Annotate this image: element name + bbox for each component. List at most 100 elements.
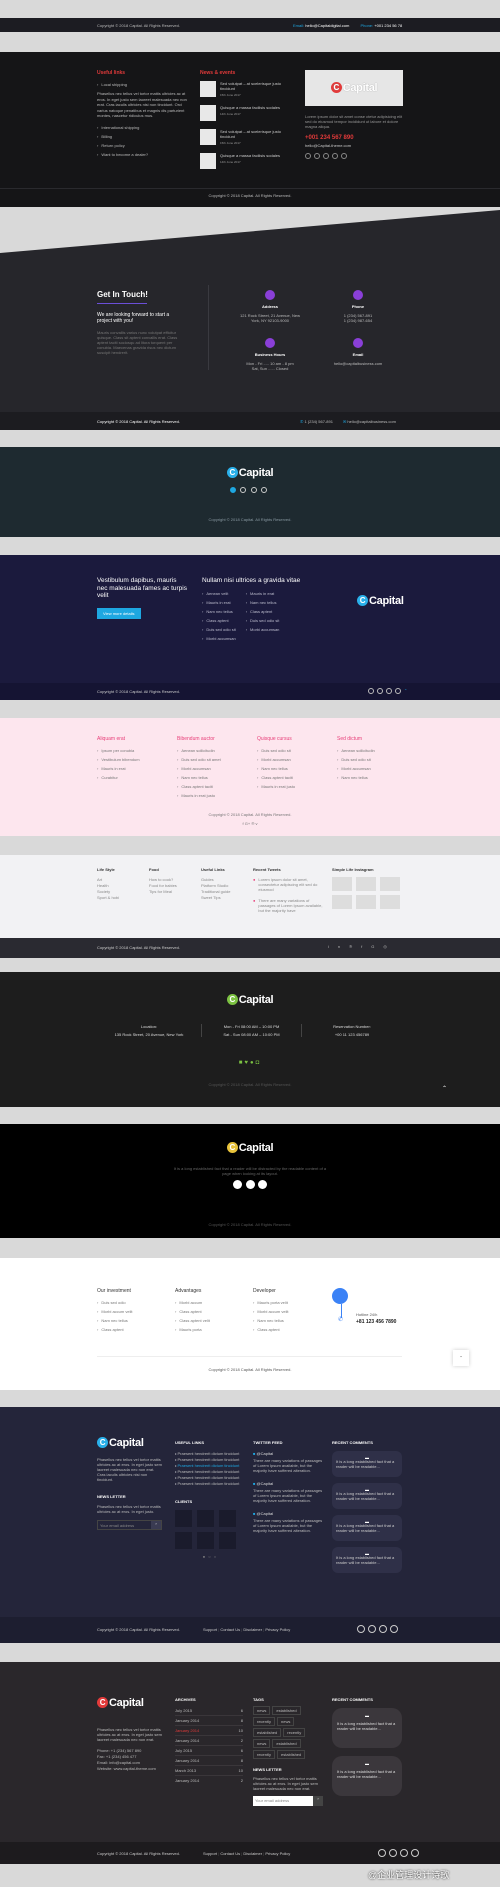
footer-nav-link[interactable]: Contact Us (220, 1851, 240, 1856)
footer-nav-link[interactable]: Privacy Policy (265, 1851, 290, 1856)
google-plus-icon[interactable] (386, 688, 392, 694)
footer-nav-link[interactable]: Support (203, 1851, 217, 1856)
scroll-top-button[interactable]: ⌃ (453, 1350, 469, 1366)
phone-number[interactable]: +001 234 567 890 (305, 135, 403, 141)
comment-text[interactable]: It is a long established fact that a rea… (336, 1555, 398, 1565)
linkedin-icon[interactable] (332, 153, 338, 159)
google-plus-icon[interactable] (260, 487, 267, 493)
list-item[interactable]: Aenean sollicitudin (177, 748, 257, 753)
list-item[interactable]: Nam nec tellus (337, 775, 417, 780)
list-item[interactable]: Duis sed odio sit amet (177, 757, 257, 762)
instagram-icon[interactable] (257, 1180, 267, 1189)
twitter-icon[interactable] (245, 1180, 255, 1189)
list-item[interactable]: Morbi accumsan (257, 757, 337, 762)
client-logo[interactable] (219, 1532, 236, 1549)
list-item[interactable]: Class aptent (175, 1309, 245, 1314)
link-item[interactable]: Sweet Tips (201, 895, 246, 901)
list-item[interactable]: Nam nec tellus (177, 775, 257, 780)
list-item[interactable]: Nam nec tellus (246, 600, 280, 605)
contact-website[interactable]: Website: www.capital-theme.com (97, 1766, 162, 1772)
pinterest-icon[interactable]: ℗ (349, 944, 361, 949)
email-text[interactable]: hello@capitalbusiness.com (328, 361, 388, 366)
list-item[interactable]: Morbi accumsan (246, 627, 280, 632)
twitter-icon[interactable] (240, 487, 247, 493)
link-item[interactable]: Tips for Meal (149, 889, 194, 895)
useful-link-item[interactable]: Return policy (97, 143, 192, 148)
list-item[interactable]: Vestibulum bibendum (97, 757, 177, 762)
facebook-icon[interactable] (230, 487, 237, 493)
news-item[interactable]: Sed volutpat – at scelerisque justo tinc… (200, 129, 295, 145)
logo[interactable]: C Capital (226, 994, 274, 1006)
logo[interactable]: C Capital (97, 1437, 144, 1449)
facebook-icon[interactable] (357, 1625, 365, 1633)
google-plus-icon[interactable]: G+ (245, 821, 250, 826)
hotline-number[interactable]: +81 123 456 7890 (356, 1319, 396, 1325)
contact-email[interactable]: hello@Capital-theme.com (305, 143, 403, 148)
list-item[interactable]: Nam nec tellus (202, 609, 236, 614)
list-item[interactable]: Duis sed odio sit (337, 757, 417, 762)
email-link[interactable]: hello@Capitaldigital.com (305, 23, 349, 28)
logo[interactable]: C Capital (226, 1142, 274, 1154)
archive-row[interactable]: January 2014 8 (175, 1756, 243, 1766)
client-logo[interactable] (197, 1532, 214, 1549)
chevron-up-icon[interactable]: ⌃ (404, 688, 407, 693)
reservation-number[interactable]: +00 11 123 456789 (302, 1032, 402, 1037)
instagram-thumbnail[interactable] (380, 877, 400, 891)
logo[interactable]: C Capital (97, 1697, 144, 1709)
tweet-user[interactable]: @Capital (257, 1481, 274, 1486)
footer-nav-link[interactable]: Disclaimer (243, 1851, 262, 1856)
list-item[interactable]: Morbi accum velit (97, 1309, 167, 1314)
list-item[interactable]: Mauris in erat (246, 591, 280, 596)
useful-link-item[interactable]: Want to become a dealer? (97, 152, 192, 157)
google-plus-icon[interactable]: G (371, 944, 383, 949)
tag[interactable]: established (272, 1739, 301, 1748)
phone-link[interactable]: +001 234 56 78 (374, 23, 402, 28)
list-item[interactable]: Class aptent velit (175, 1318, 245, 1323)
tag[interactable]: established (272, 1706, 301, 1715)
useful-link-item[interactable]: Billing (97, 134, 192, 139)
newsletter-email-input[interactable]: Your email address (98, 1521, 151, 1529)
pinterest-icon[interactable]: ℗ (251, 821, 254, 826)
client-logo[interactable] (175, 1510, 192, 1527)
list-item[interactable]: Morbi accumsan (177, 766, 257, 771)
twitter-icon[interactable] (314, 153, 320, 159)
comment-text[interactable]: It is a long established fact that a rea… (337, 1721, 397, 1731)
view-details-button[interactable]: View more details (97, 607, 141, 619)
list-item[interactable]: Duis sed odio (97, 1300, 167, 1305)
footer-nav-link[interactable]: Contact Us (220, 1627, 240, 1632)
twitter-icon[interactable] (389, 1849, 397, 1857)
facebook-icon[interactable]: f (361, 944, 371, 949)
linkedin-icon[interactable] (395, 688, 401, 694)
comment-text[interactable]: It is a long established fact that a rea… (336, 1459, 398, 1469)
scroll-top-icon[interactable]: ⌃ (442, 1085, 447, 1092)
list-item[interactable]: Morbi accum velit (253, 1309, 323, 1314)
tag[interactable]: recently (253, 1717, 276, 1726)
newsletter-email-input[interactable]: Your email address (253, 1796, 313, 1806)
vimeo-icon[interactable]: v (255, 821, 257, 826)
google-plus-icon[interactable] (400, 1849, 408, 1857)
instagram-thumbnail[interactable] (332, 895, 352, 909)
list-item[interactable]: Class aptent taciti (177, 784, 257, 789)
list-item[interactable]: Curabitur (97, 775, 177, 780)
news-item[interactable]: Quisque a massa facilisis sodales 14th Ju… (200, 153, 295, 169)
logo[interactable]: C Capital (357, 595, 404, 607)
list-item[interactable]: Ipsum per conubia (97, 748, 177, 753)
comment-text[interactable]: It is a long established fact that a rea… (337, 1769, 397, 1779)
linkedin-icon[interactable] (390, 1625, 398, 1633)
facebook-icon[interactable] (233, 1180, 243, 1189)
list-item[interactable]: Morbi accumsan (202, 636, 236, 641)
bar-phone[interactable]: 1 (234) 567-891 (304, 419, 332, 424)
list-item[interactable]: Aenean velit (202, 591, 236, 596)
list-item[interactable]: Mauris in erat justo (257, 784, 337, 789)
news-item[interactable]: Quisque a massa facilisis sodales 14th Ju… (200, 105, 295, 121)
useful-link-item[interactable]: Local shipping (97, 82, 192, 87)
send-icon[interactable]: › (151, 1521, 161, 1529)
tag[interactable]: news (253, 1706, 271, 1715)
tag[interactable]: recently (283, 1728, 306, 1737)
list-item[interactable]: Class aptent (97, 1327, 167, 1332)
archive-row[interactable]: July 2015 6 (175, 1746, 243, 1756)
linkedin-icon[interactable] (250, 487, 257, 493)
list-item[interactable]: Nam nec tellus (257, 766, 337, 771)
instagram-thumbnail[interactable] (356, 895, 376, 909)
client-logo[interactable] (219, 1510, 236, 1527)
